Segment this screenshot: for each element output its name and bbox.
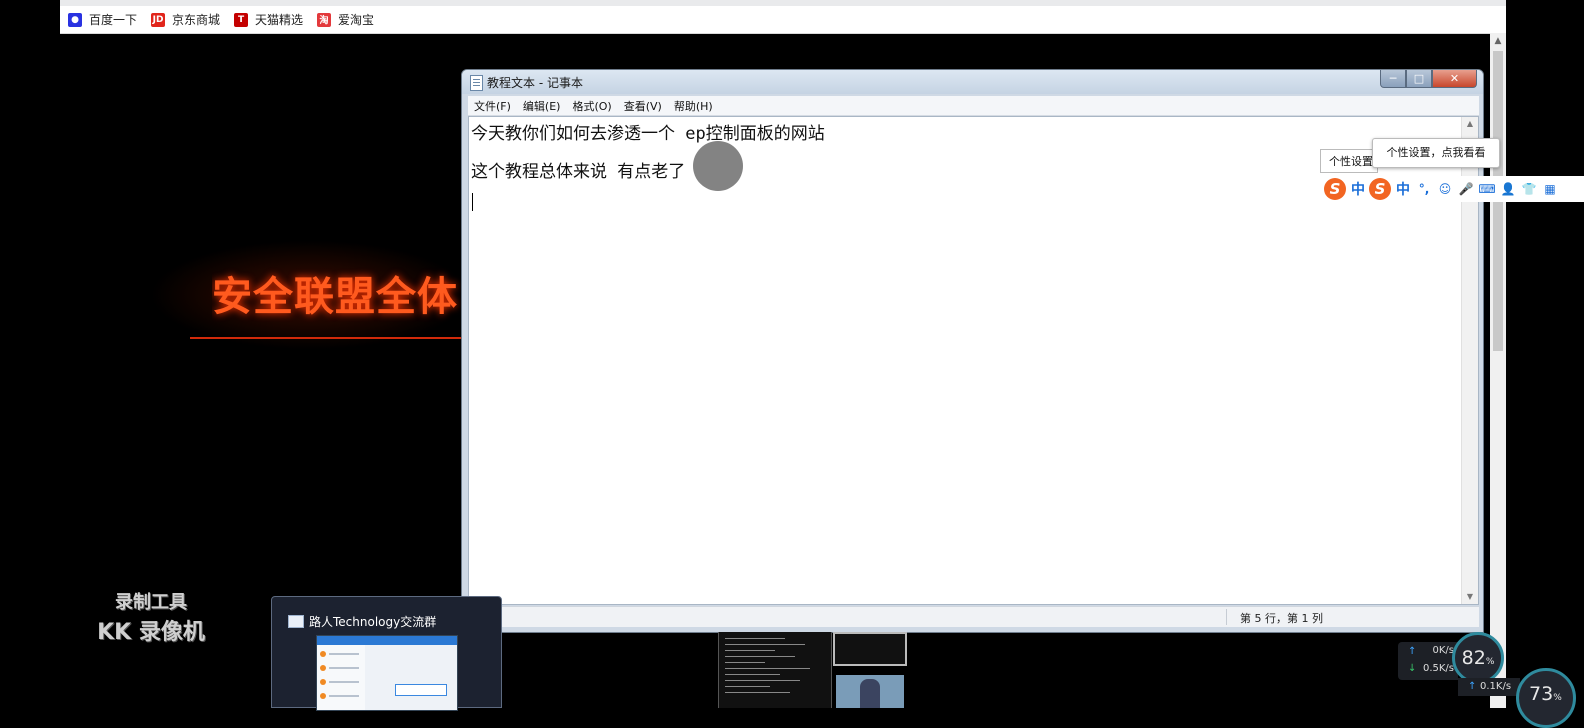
bookmark-baidu[interactable]: ● 百度一下	[68, 11, 137, 28]
recorder-watermark-line1: 录制工具	[115, 592, 187, 613]
menu-format[interactable]: 格式(O)	[572, 98, 611, 114]
percent-sign: %	[1485, 657, 1495, 667]
cpu-usage-gauge-2[interactable]: 73%	[1516, 668, 1576, 728]
scroll-up-icon[interactable]: ▲	[1490, 33, 1506, 49]
cursor-position: 第 5 行，第 1 列	[1240, 612, 1323, 625]
menu-view[interactable]: 查看(V)	[624, 98, 662, 114]
preview-thumbnail[interactable]	[316, 635, 458, 711]
text-line-1: 今天教你们如何去渗透一个 ep控制面板的网站	[471, 124, 825, 144]
window-thumbnail-3[interactable]	[836, 675, 904, 708]
status-bar: 第 5 行，第 1 列	[468, 606, 1479, 627]
upload-arrow-icon: ↑	[1408, 646, 1417, 657]
window-title: 教程文本 - 记事本	[487, 76, 583, 90]
network-speed-widget-2: ↑ 0.1K/s	[1458, 678, 1520, 696]
minimize-button[interactable]: ─	[1380, 70, 1406, 88]
download-speed: 0.5K/s	[1422, 663, 1454, 674]
scroll-down-icon[interactable]: ▼	[1462, 590, 1478, 604]
recorder-watermark-line2: KK 录像机	[97, 620, 205, 645]
cpu-usage-gauge[interactable]: 82%	[1452, 632, 1504, 684]
banner-underline	[190, 337, 462, 339]
upload-speed-2: 0.1K/s	[1480, 681, 1512, 692]
bookmark-label: 天猫精选	[255, 13, 304, 27]
taskbar-preview[interactable]: 路人Technology交流群	[271, 596, 502, 711]
menu-bar: 文件(F) 编辑(E) 格式(O) 查看(V) 帮助(H)	[468, 96, 1479, 116]
microphone-icon[interactable]: 🎤	[1459, 182, 1474, 196]
skin-shirt-icon[interactable]: 👕	[1522, 182, 1537, 196]
bookmark-label: 京东商城	[172, 13, 221, 27]
ime-mode-chinese[interactable]: 中	[1351, 179, 1365, 199]
sogou-logo-icon[interactable]: S	[1324, 178, 1346, 200]
recorder-watermark: 录制工具 KK 录像机	[90, 588, 212, 646]
bookmark-jd[interactable]: JD 京东商城	[151, 11, 220, 28]
percent-sign: %	[1553, 693, 1562, 703]
menu-edit[interactable]: 编辑(E)	[523, 98, 561, 114]
punctuation-icon[interactable]: °,	[1417, 182, 1431, 196]
bookmark-tmall[interactable]: T 天猫精选	[234, 11, 303, 28]
bookmark-taobao[interactable]: 淘 爱淘宝	[317, 11, 374, 28]
maximize-button[interactable]: □	[1406, 70, 1432, 88]
ime-mode-chinese[interactable]: 中	[1396, 179, 1410, 199]
window-thumbnail-terminal[interactable]	[718, 632, 832, 708]
bookmark-label: 爱淘宝	[338, 13, 375, 27]
bookmark-label: 百度一下	[89, 13, 138, 27]
tmall-icon: T	[234, 12, 249, 27]
preview-title: 路人Technology交流群	[309, 615, 437, 629]
status-separator	[1226, 609, 1227, 625]
scroll-up-icon[interactable]: ▲	[1462, 117, 1478, 131]
sogou-logo-icon[interactable]: S	[1369, 178, 1391, 200]
download-arrow-icon: ↓	[1408, 663, 1417, 674]
cpu-percent-2: 73	[1529, 683, 1554, 705]
toolbox-grid-icon[interactable]: ▦	[1543, 182, 1557, 196]
baidu-paw-icon: ●	[68, 12, 82, 27]
upload-arrow-icon: ↑	[1468, 681, 1477, 692]
browser-scrollbar[interactable]: ▲	[1490, 33, 1506, 708]
ime-tooltip[interactable]: 个性设置，点我看看	[1372, 138, 1500, 168]
user-icon[interactable]: 👤	[1501, 182, 1516, 196]
window-thumbnail-2[interactable]	[833, 632, 907, 666]
text-caret	[472, 193, 473, 211]
close-button[interactable]: ✕	[1432, 70, 1477, 88]
desktop-area	[1506, 0, 1584, 708]
ime-toolbar: S 中 S 中 °, ☺ 🎤 ⌨ 👤 👕 ▦	[1320, 176, 1584, 202]
menu-help[interactable]: 帮助(H)	[674, 98, 713, 114]
banner-title: 安全联盟全体	[212, 274, 458, 320]
keyboard-icon[interactable]: ⌨	[1478, 182, 1495, 196]
emoji-icon[interactable]: ☺	[1438, 182, 1452, 196]
network-speed-widget: ↑ 0K/s ↓ 0.5K/s	[1398, 642, 1458, 680]
notepad-titlebar[interactable]: 教程文本 - 记事本 ─ □ ✕	[462, 70, 1483, 94]
notepad-icon	[470, 75, 483, 91]
mouse-cursor-highlight	[693, 141, 743, 191]
upload-speed: 0K/s	[1432, 645, 1455, 656]
ime-tooltip-small: 个性设置	[1320, 149, 1378, 173]
chat-window-icon	[288, 615, 304, 628]
jd-icon: JD	[151, 12, 166, 27]
text-line-2: 这个教程总体来说 有点老了	[471, 162, 686, 182]
taobao-icon: 淘	[317, 12, 332, 27]
bookmarks-bar: ● 百度一下 JD 京东商城 T 天猫精选 淘 爱淘宝	[60, 6, 1506, 34]
cpu-percent: 82	[1461, 647, 1486, 669]
menu-file[interactable]: 文件(F)	[474, 98, 511, 114]
